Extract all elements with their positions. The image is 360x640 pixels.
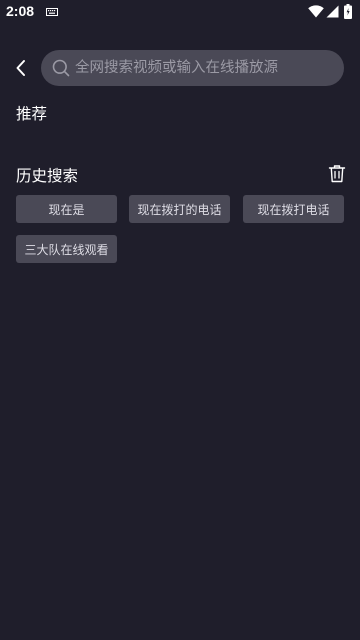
status-bar: 2:08 <box>0 0 360 24</box>
back-button[interactable] <box>8 54 34 82</box>
battery-icon <box>344 4 352 19</box>
chevron-left-icon <box>16 60 25 76</box>
history-tag[interactable]: 现在是 <box>16 195 117 223</box>
wifi-icon <box>308 5 324 18</box>
recommend-title: 推荐 <box>16 105 48 123</box>
search-screen: 2:08 推荐 历史搜索 <box>0 0 360 640</box>
history-tag[interactable]: 现在拨打电话 <box>243 195 344 223</box>
history-tag[interactable]: 现在拨打的电话 <box>129 195 230 223</box>
search-box[interactable] <box>41 50 344 86</box>
keyboard-icon <box>46 8 58 16</box>
history-title: 历史搜索 <box>16 167 79 185</box>
history-tag[interactable]: 三大队在线观看 <box>16 235 117 263</box>
search-icon <box>52 59 70 77</box>
status-time: 2:08 <box>6 3 35 19</box>
trash-icon[interactable] <box>328 164 346 183</box>
search-input[interactable] <box>75 50 335 86</box>
signal-icon <box>326 5 339 18</box>
